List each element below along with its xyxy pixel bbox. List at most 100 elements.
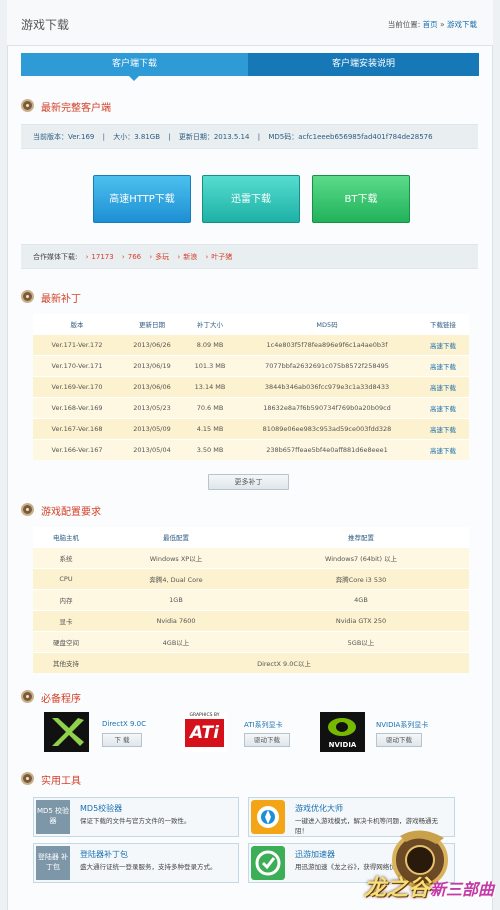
table-cell: 2013/06/26 [121,333,183,355]
section-title: 最新补丁 [41,294,81,305]
table-cell: 显卡 [33,609,99,631]
http-download-button[interactable]: 高速HTTP下载 [93,175,191,223]
bt-download-button[interactable]: BT下载 [312,175,410,223]
page-header: 游戏下载 当前位置: 首页 » 游戏下载 [7,0,493,46]
table-cell: 8.09 MB [183,333,237,355]
fast-download-link[interactable]: 高速下载 [417,354,469,376]
table-cell: 7077bbfa2632691c075b8572f258495 [237,354,417,376]
table-cell: 13.14 MB [183,375,237,397]
ati-driver-download-button[interactable]: 驱动下载 [244,733,290,747]
breadcrumb-separator: » [440,20,445,29]
table-cell: Ver.169-Ver.170 [33,375,121,397]
breadcrumb: 当前位置: 首页 » 游戏下载 [388,19,477,30]
fast-download-link[interactable]: 高速下载 [417,333,469,355]
tool-description: 盛大通行证统一登录服务，支持多种登录方式。 [80,863,217,871]
media-link-yezizhu[interactable]: 叶子猪 [211,253,232,261]
table-row: 其他支持 DirectX 9.0C以上 [33,651,469,673]
section-bullet-icon [21,99,34,112]
table-cell: 2013/05/04 [121,438,183,460]
directx-download-button[interactable]: 下 载 [102,733,142,747]
table-cell: 系统 [33,546,99,568]
ati-logo-text: ATi [185,719,224,747]
table-row: 硬盘空间 4GB以上 5GB以上 [33,630,469,652]
table-row: CPU 奔腾4, Dual Core 奔腾Core i3 530 [33,567,469,589]
column-header: 下载链接 [417,314,469,334]
optimizer-logo-icon [251,800,285,834]
column-header: 版本 [33,314,121,334]
nvidia-driver-download-button[interactable]: 驱动下载 [376,733,422,747]
fast-download-link[interactable]: 高速下载 [417,396,469,418]
arrow-icon: › [85,253,89,261]
table-cell: Windows XP以上 [99,546,253,568]
tab-client-download[interactable]: 客户端下载 [21,53,248,81]
program-name: NVIDIA系列显卡 [376,721,429,729]
media-download-bar: 合作媒体下载: › 17173 › 766 › 多玩 › 新浪 › 叶子猪 [21,244,478,269]
table-cell: CPU [33,567,99,589]
section-title: 游戏配置要求 [41,507,101,518]
fast-download-link[interactable]: 高速下载 [417,375,469,397]
table-cell: 硬盘空间 [33,630,99,652]
table-cell: Windows7 (64bit) 以上 [253,546,469,568]
tool-name[interactable]: 登陆器补丁包 [80,849,128,860]
column-header: 电脑主机 [33,527,99,547]
media-link-766[interactable]: 766 [128,253,141,261]
more-patches-button[interactable]: 更多补丁 [208,474,289,490]
arrow-icon: › [149,253,153,261]
media-link-17173[interactable]: 17173 [91,253,113,261]
table-row: Ver.168-Ver.169 2013/05/23 70.6 MB 18632e8a… [33,396,469,418]
table-cell: 4GB以上 [99,630,253,652]
tool-name[interactable]: 游戏优化大师 [295,803,343,814]
table-cell: 奔腾Core i3 530 [253,567,469,589]
table-cell: 3844b346ab036fcc979e3c1a33d8433 [237,375,417,397]
client-version: 当前版本：Ver.169 [33,133,95,141]
info-separator: | [168,133,171,141]
tool-md5-checker[interactable]: MD5 校验器 MD5校验器 保证下载的文件与官方文件的一致性。 [33,797,239,837]
table-cell: 其他支持 [33,651,99,673]
tool-name[interactable]: MD5校验器 [80,803,122,814]
breadcrumb-current-link[interactable]: 游戏下载 [447,20,477,29]
table-cell: Ver.166-Ver.167 [33,438,121,460]
table-header-row: 电脑主机 最低配置 推荐配置 [33,527,469,547]
tool-name[interactable]: 迅游加速器 [295,849,335,860]
game-logo: 龙之谷 新三部曲 [360,826,498,908]
fast-download-link[interactable]: 高速下载 [417,438,469,460]
table-cell: Ver.168-Ver.169 [33,396,121,418]
requirements-table: 电脑主机 最低配置 推荐配置 系统 Windows XP以上 Windows7 (6… [33,527,469,673]
ati-logo-caption: GRAPHICS BY [189,713,220,718]
section-bullet-icon [21,290,34,303]
tool-launcher-patch[interactable]: 登陆器 补丁包 登陆器补丁包 盛大通行证统一登录服务，支持多种登录方式。 [33,843,239,883]
column-header: 最低配置 [99,527,253,547]
breadcrumb-label: 当前位置: [387,20,421,29]
arrow-icon: › [121,253,125,261]
table-cell: DirectX 9.0C以上 [99,651,469,673]
directx-logo-icon [44,712,89,752]
table-header-row: 版本 更新日期 补丁大小 MD5码 下载链接 [33,314,469,334]
media-link-sina[interactable]: 新浪 [183,253,197,261]
program-ati: GRAPHICS BY ATi ATI系列显卡 驱动下载 [182,712,292,752]
table-cell: 70.6 MB [183,396,237,418]
table-cell: 81089e06ee983c953ad59ce003fdd328 [237,417,417,439]
fast-download-link[interactable]: 高速下载 [417,417,469,439]
table-cell: 2013/06/19 [121,354,183,376]
page-title: 游戏下载 [21,18,70,32]
breadcrumb-home-link[interactable]: 首页 [423,20,438,29]
column-header: 更新日期 [121,314,183,334]
media-link-duowan[interactable]: 多玩 [155,253,169,261]
game-logo-subtext: 新三部曲 [430,880,495,899]
tool-description: 保证下载的文件与官方文件的一致性。 [80,817,191,825]
launcher-patch-logo-icon: 登陆器 补丁包 [36,846,70,880]
client-md5: MD5码：acfc1eeeb656985fad401f784de28576 [268,133,433,141]
table-row: 系统 Windows XP以上 Windows7 (64bit) 以上 [33,546,469,568]
table-cell: Ver.167-Ver.168 [33,417,121,439]
tab-install-guide[interactable]: 客户端安装说明 [248,53,479,76]
table-cell: 1c4e803f5f78fea896e9f6c1a4ae0b3f [237,333,417,355]
table-row: Ver.169-Ver.170 2013/06/06 13.14 MB 3844b34… [33,375,469,397]
section-bullet-icon [21,690,34,703]
table-cell: 18632e8a7f6b590734f769b0a20b09cd [237,396,417,418]
arrow-icon: › [177,253,181,261]
program-directx: DirectX 9.0C 下 载 [44,712,154,752]
patch-table: 版本 更新日期 补丁大小 MD5码 下载链接 Ver.171-Ver.172 20… [33,314,469,460]
table-cell: Nvidia GTX 250 [253,609,469,631]
thunder-download-button[interactable]: 迅雷下载 [202,175,300,223]
table-cell: 3.50 MB [183,438,237,460]
